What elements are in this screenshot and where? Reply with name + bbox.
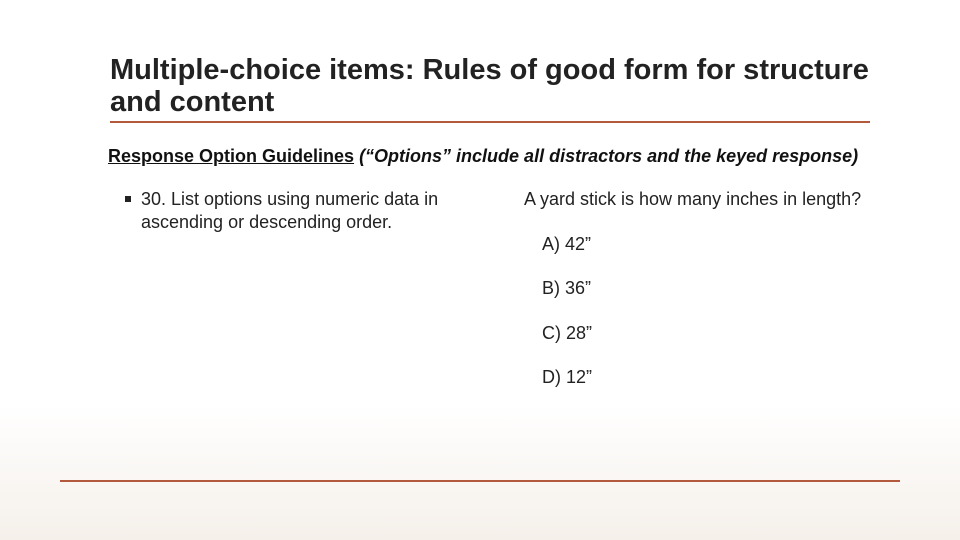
square-bullet-icon: [125, 196, 131, 202]
slide-subhead: Response Option Guidelines (“Options” in…: [108, 146, 868, 167]
option-a: A) 42”: [542, 233, 884, 256]
subhead-paren: (“Options” include all distractors and t…: [359, 146, 858, 166]
bottom-rule: [60, 480, 900, 482]
slide: Multiple-choice items: Rules of good for…: [0, 0, 960, 540]
rule-bullet: 30. List options using numeric data in a…: [125, 188, 495, 233]
option-b: B) 36”: [542, 277, 884, 300]
example-column: A yard stick is how many inches in lengt…: [524, 188, 884, 411]
subhead-lead: Response Option Guidelines: [108, 146, 354, 166]
rule-text: 30. List options using numeric data in a…: [141, 188, 495, 233]
option-c: C) 28”: [542, 322, 884, 345]
slide-title: Multiple-choice items: Rules of good for…: [110, 54, 870, 123]
example-question: A yard stick is how many inches in lengt…: [524, 188, 884, 211]
option-d: D) 12”: [542, 366, 884, 389]
rule-column: 30. List options using numeric data in a…: [125, 188, 495, 233]
example-options: A) 42” B) 36” C) 28” D) 12”: [524, 233, 884, 389]
